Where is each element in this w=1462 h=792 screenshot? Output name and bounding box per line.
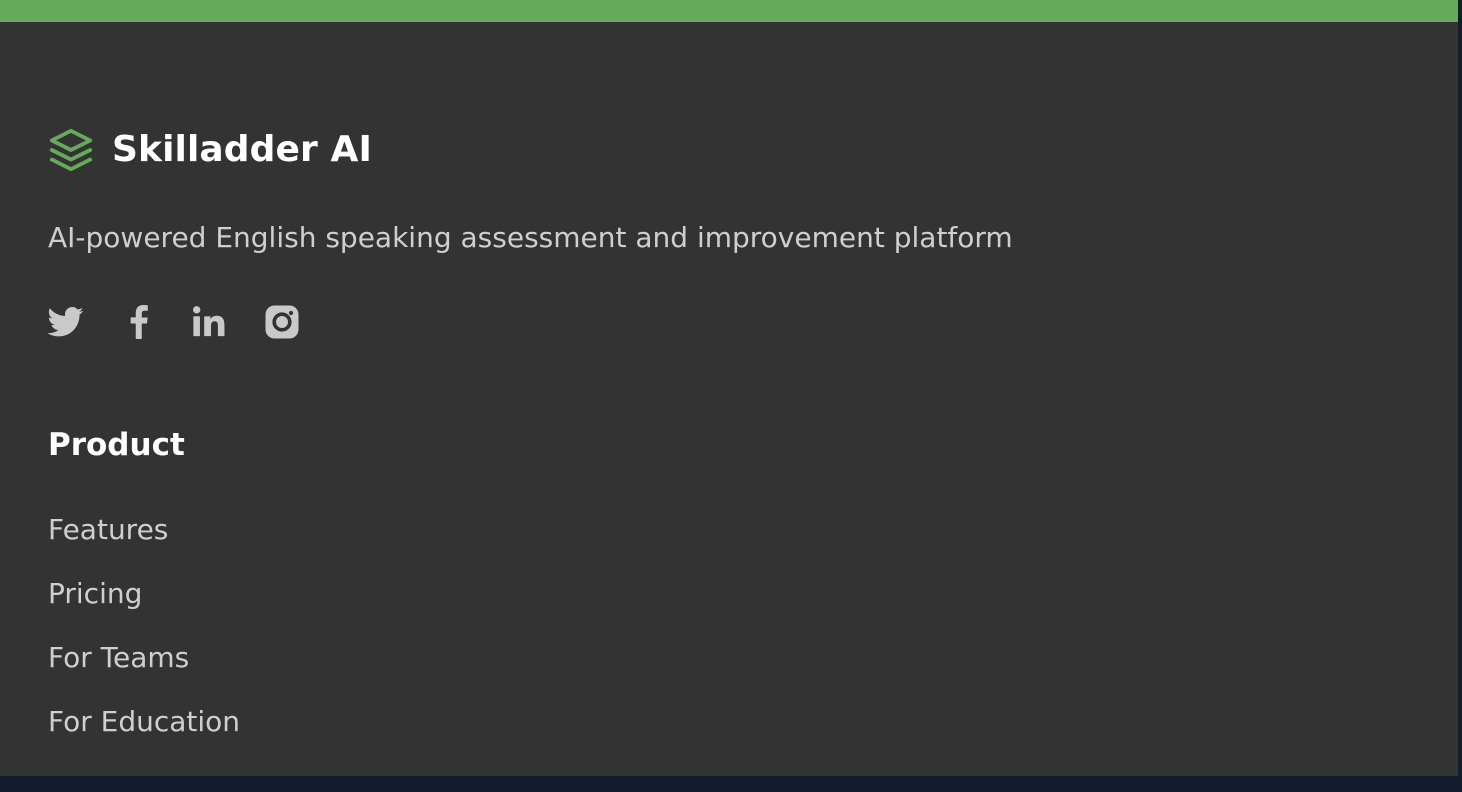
accent-bar [0, 0, 1458, 22]
facebook-icon [120, 305, 149, 339]
features-link[interactable]: Features [48, 513, 168, 546]
list-item: For Education [48, 700, 240, 764]
product-heading: Product [48, 427, 185, 463]
list-item: For Teams [48, 636, 240, 700]
site-footer: Skilladder AI AI-powered English speakin… [0, 0, 1458, 776]
instagram-link[interactable] [264, 302, 336, 342]
linkedin-link[interactable] [192, 302, 264, 342]
instagram-icon [264, 304, 300, 340]
linkedin-icon [192, 305, 226, 339]
social-links [48, 302, 336, 342]
brand[interactable]: Skilladder AI [48, 126, 372, 174]
twitter-link[interactable] [48, 302, 120, 342]
for-teams-link[interactable]: For Teams [48, 641, 189, 674]
pricing-link[interactable]: Pricing [48, 577, 142, 610]
list-item: Pricing [48, 572, 240, 636]
for-education-link[interactable]: For Education [48, 705, 240, 738]
layers-icon [48, 127, 94, 173]
list-item: Features [48, 508, 240, 572]
brand-name: Skilladder AI [112, 129, 372, 170]
brand-tagline: AI-powered English speaking assessment a… [48, 221, 1013, 254]
product-links: Features Pricing For Teams For Education [48, 508, 240, 764]
facebook-link[interactable] [120, 302, 192, 342]
twitter-icon [48, 307, 84, 337]
page-edge [1458, 0, 1462, 792]
